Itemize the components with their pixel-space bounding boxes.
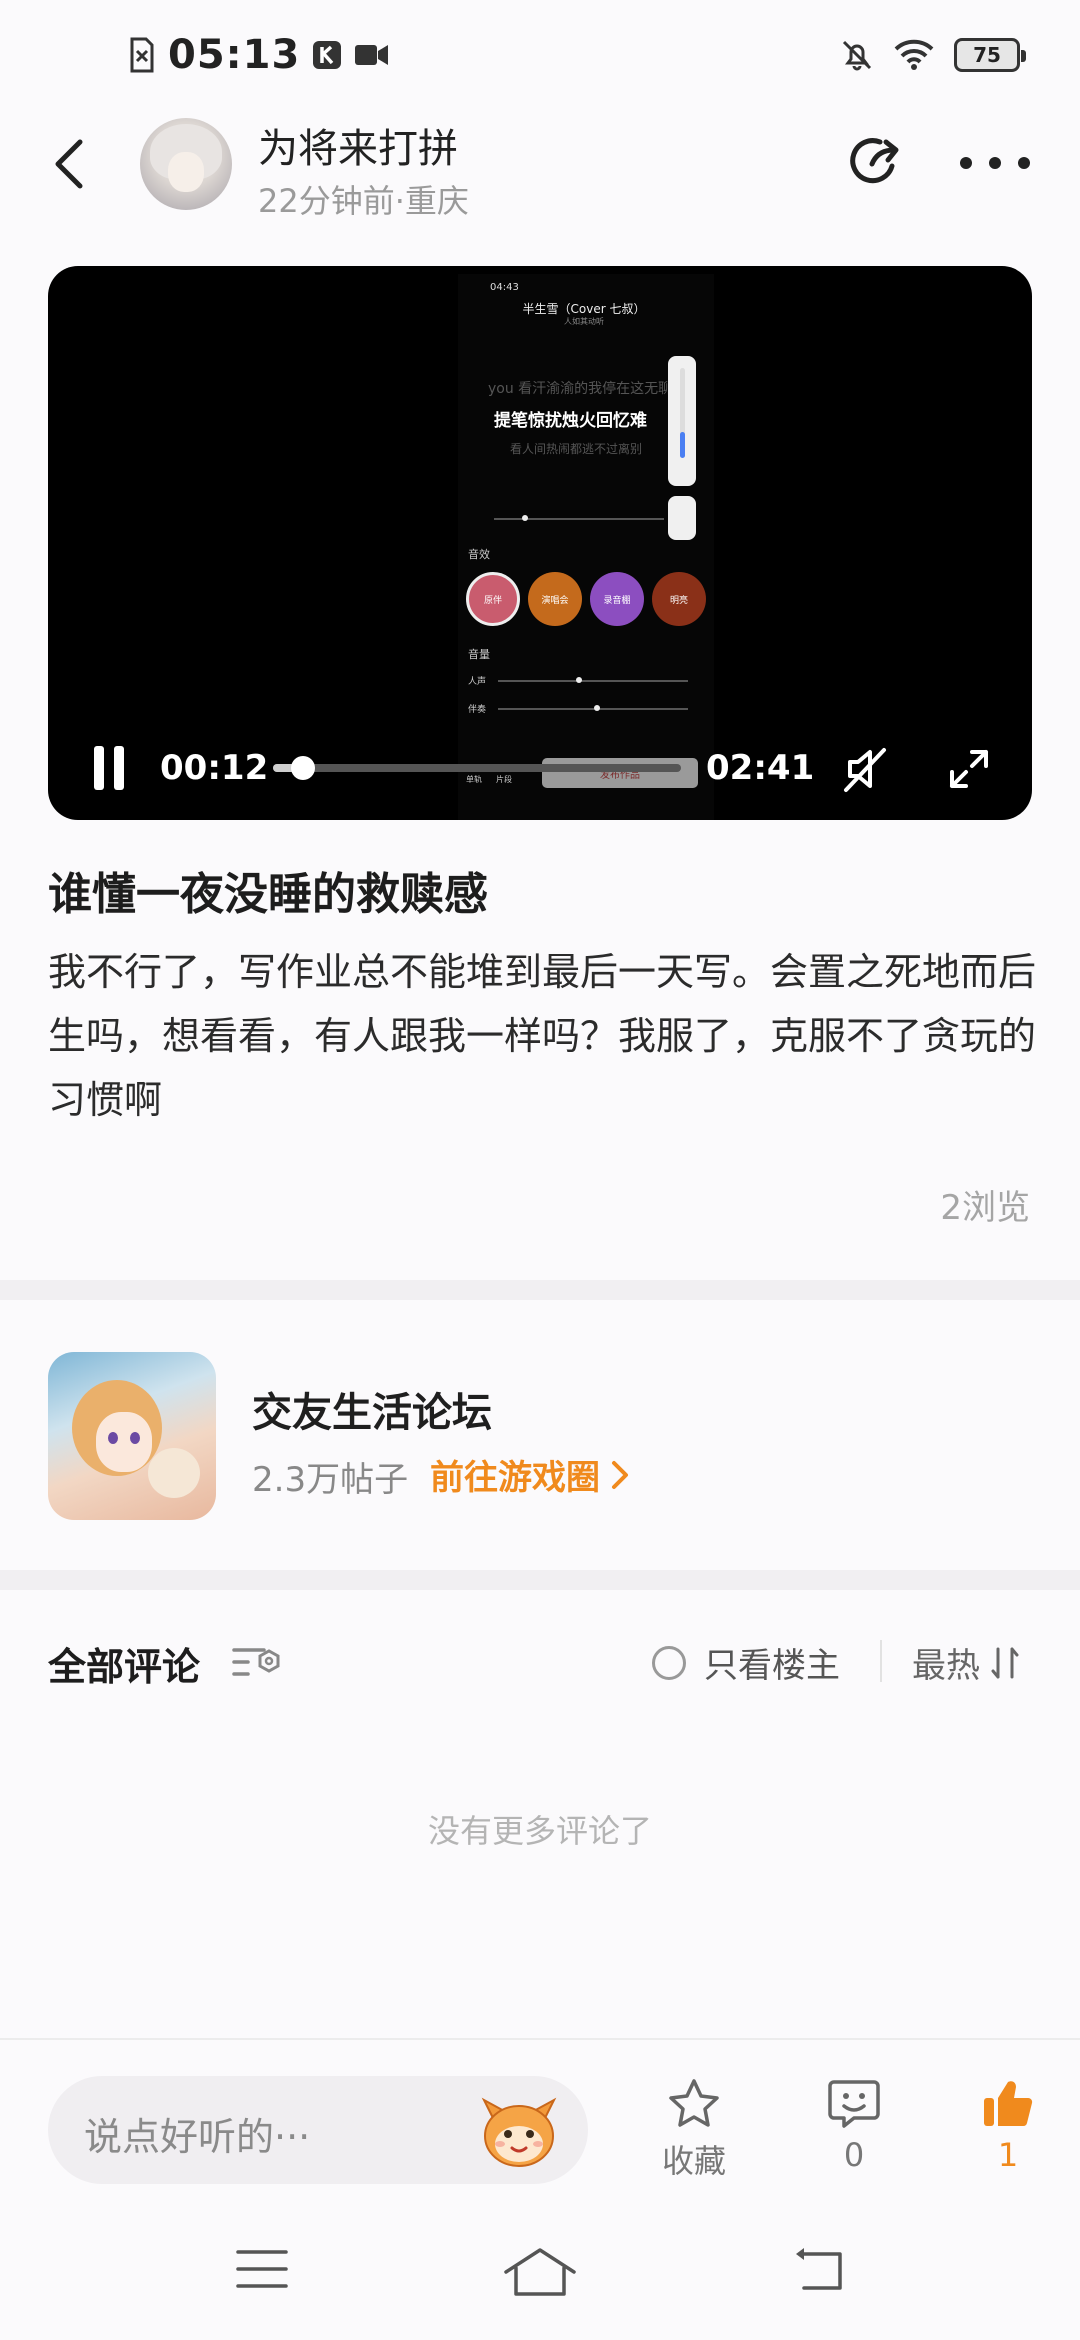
section-divider [0,1280,1080,1300]
favorite-label: 收藏 [661,2142,726,2180]
home-icon [504,2248,576,2296]
author-avatar[interactable] [140,118,232,210]
post-header: 为将来打拼 22分钟前·重庆 [0,110,1080,230]
status-time: 05:13 [168,32,301,78]
fullscreen-icon [950,750,988,788]
duration: 02:41 [706,748,815,788]
status-bar: 05:13 75 [0,0,1080,110]
like-button[interactable]: 1 [948,2076,1068,2174]
frame-volume-label: 音量 [468,648,490,661]
sort-hot-button[interactable]: 最热 [912,1638,1020,1687]
mascot-icon [481,2097,557,2167]
frame-song-title: 半生雪（Cover 七叔） [522,302,646,316]
only-owner-label: 只看楼主 [704,1646,840,1686]
go-to-forum-label: 前往游戏圈 [430,1458,600,1498]
section-divider [0,1570,1080,1590]
volume-mute-icon [844,748,886,792]
menu-nav-button[interactable] [232,2244,312,2304]
comment-icon [828,2080,880,2128]
video-progress-knob[interactable] [291,756,316,780]
frame-vocal-label: 人声 [468,677,487,687]
comment-filter-button[interactable] [230,1642,280,1682]
sort-arrows-icon [991,1647,1019,1678]
back-return-icon [796,2248,842,2290]
frame-lyric-current: 提笔惊扰烛火回忆难 [494,411,647,431]
comments-title: 全部评论 [48,1645,201,1689]
forum-avatar[interactable] [48,1352,216,1520]
frame-effect-2: 演唱会 [528,572,582,626]
back-nav-button[interactable] [790,2244,870,2304]
system-nav-bar [0,2200,1080,2340]
favorite-button[interactable]: 收藏 [634,2076,754,2182]
frame-effect-1: 原伴 [466,572,520,626]
author-name[interactable]: 为将来打拼 [258,116,458,174]
battery-icon: 75 [954,38,1026,72]
menu-icon [236,2250,288,2288]
frame-effect-4: 明亮 [652,572,706,626]
comment-input[interactable]: 说点好听的··· [48,2076,588,2184]
no-more-comments: 没有更多评论了 [427,1812,652,1850]
share-button[interactable] [842,130,908,196]
more-icon [960,157,972,169]
filter-icon [232,1648,280,1676]
post-detail-page: 05:13 75 为将来打拼 22分钟前·重庆 04:43 半生雪（Cover … [0,0,1080,2340]
post-title: 谁懂一夜没睡的救赎感 [48,869,488,920]
back-icon [55,139,83,189]
post-body: 我不行了，写作业总不能堆到最后一天写。会置之死地而后生吗，想看看，有人跟我一样吗… [48,950,1037,1122]
battery-level: 75 [973,43,1001,67]
bell-off-icon [842,40,872,71]
go-to-forum-link[interactable]: 前往游戏圈 [430,1450,630,1499]
video-record-icon [355,45,389,65]
frame-mute-panel [668,496,696,540]
bottom-action-bar: 说点好听的··· 收藏 0 1 [0,2038,1080,2188]
current-time: 00:12 [160,748,269,788]
pause-button[interactable] [94,746,134,790]
comment-button[interactable]: 0 [794,2076,914,2174]
comment-placeholder: 说点好听的··· [84,2115,311,2159]
video-player[interactable]: 04:43 半生雪（Cover 七叔） 人如其动听 you 看汗渝渝的我停在这无… [48,266,1032,820]
more-button[interactable] [960,140,1030,186]
view-count: 2浏览 [940,1188,1030,1228]
home-nav-button[interactable] [500,2244,580,2304]
mute-button[interactable] [840,744,890,794]
frame-artist: 人如其动听 [564,317,604,326]
pause-icon [94,746,104,790]
frame-time: 04:43 [490,282,519,293]
sort-label: 最热 [912,1646,980,1686]
frame-effect-3: 录音棚 [590,572,644,626]
video-frame: 04:43 半生雪（Cover 七叔） 人如其动听 you 看汗渝渝的我停在这无… [458,274,714,820]
status-left: 05:13 [128,32,390,78]
fullscreen-button[interactable] [944,744,994,794]
chevron-right-icon [612,1460,628,1489]
frame-effects-label: 音效 [468,548,490,561]
forum-name[interactable]: 交友生活论坛 [252,1380,492,1438]
separator [880,1640,882,1682]
like-count: 1 [997,2136,1019,2174]
star-icon [669,2079,719,2127]
video-progress-bar[interactable] [273,756,681,780]
frame-accomp-label: 伴奏 [468,705,487,715]
post-meta: 22分钟前·重庆 [258,182,469,220]
frame-lyric-next: 看人间热闹都逃不过离别 [510,442,643,456]
only-owner-toggle[interactable]: 只看楼主 [652,1638,840,1687]
radio-icon [652,1645,686,1680]
frame-bottom-2: 片段 [496,775,512,784]
frame-bottom-1: 单轨 [466,775,482,784]
thumbs-up-icon [984,2081,1033,2127]
share-icon [850,138,899,184]
comment-count: 0 [843,2136,865,2174]
frame-volume-panel [668,356,696,486]
back-button[interactable] [40,134,100,194]
sim-off-icon [130,37,154,73]
forum-post-count: 2.3万帖子 [252,1460,409,1500]
wifi-icon [894,39,934,70]
status-right: 75 [840,38,1026,72]
frame-publish-button: 发布作品 [542,758,698,788]
frame-lyric-prev: you 看汗渝渝的我停在这无聊 [488,381,673,397]
k-app-icon [313,41,342,69]
